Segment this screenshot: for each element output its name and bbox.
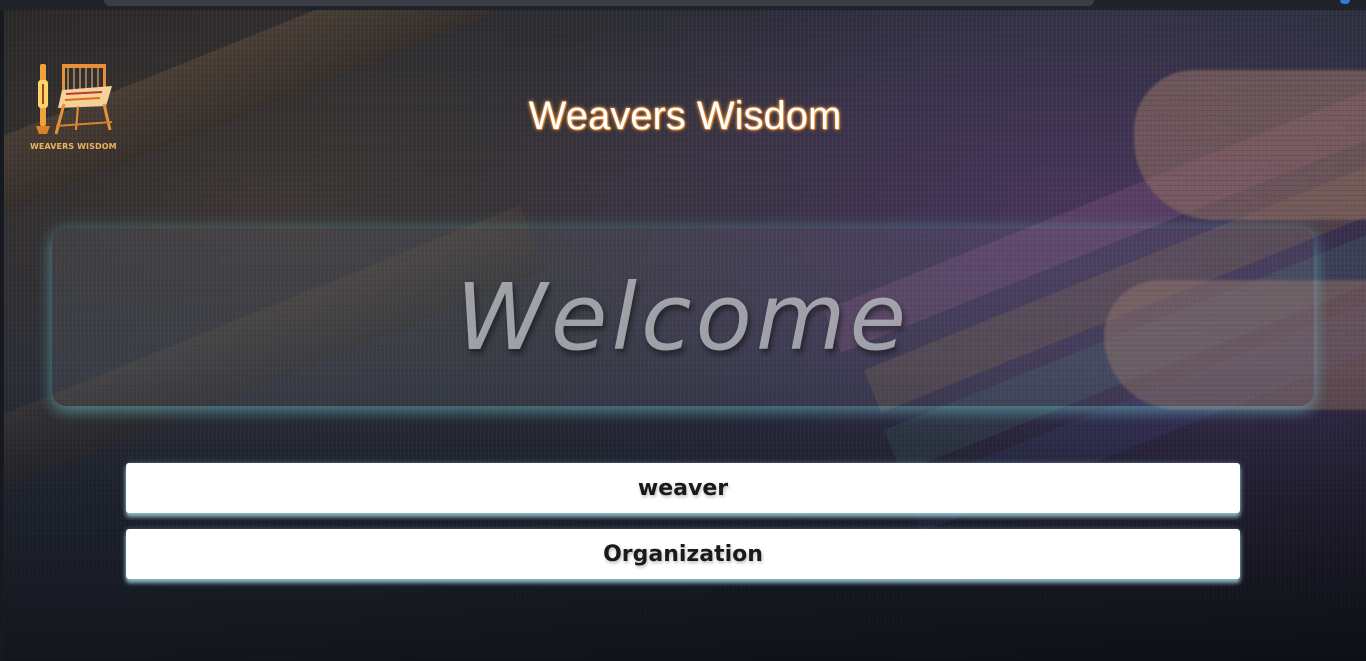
organization-button[interactable]: Organization [126,529,1240,579]
welcome-heading: Welcome [455,264,911,371]
logo-wordmark: WEAVERS WISDOM [30,142,117,151]
background-frame: WEAVERS WISDOM Weavers Wisdom Welcome we… [4,10,1366,661]
app-screen: WEAVERS WISDOM Weavers Wisdom Welcome we… [0,0,1366,661]
welcome-banner: Welcome [52,228,1314,406]
browser-indicator [1340,0,1350,4]
page-title: Weavers Wisdom [528,94,842,138]
weaver-button[interactable]: weaver [126,463,1240,513]
browser-address-strip [104,0,1094,6]
browser-top-strip [0,0,1366,10]
